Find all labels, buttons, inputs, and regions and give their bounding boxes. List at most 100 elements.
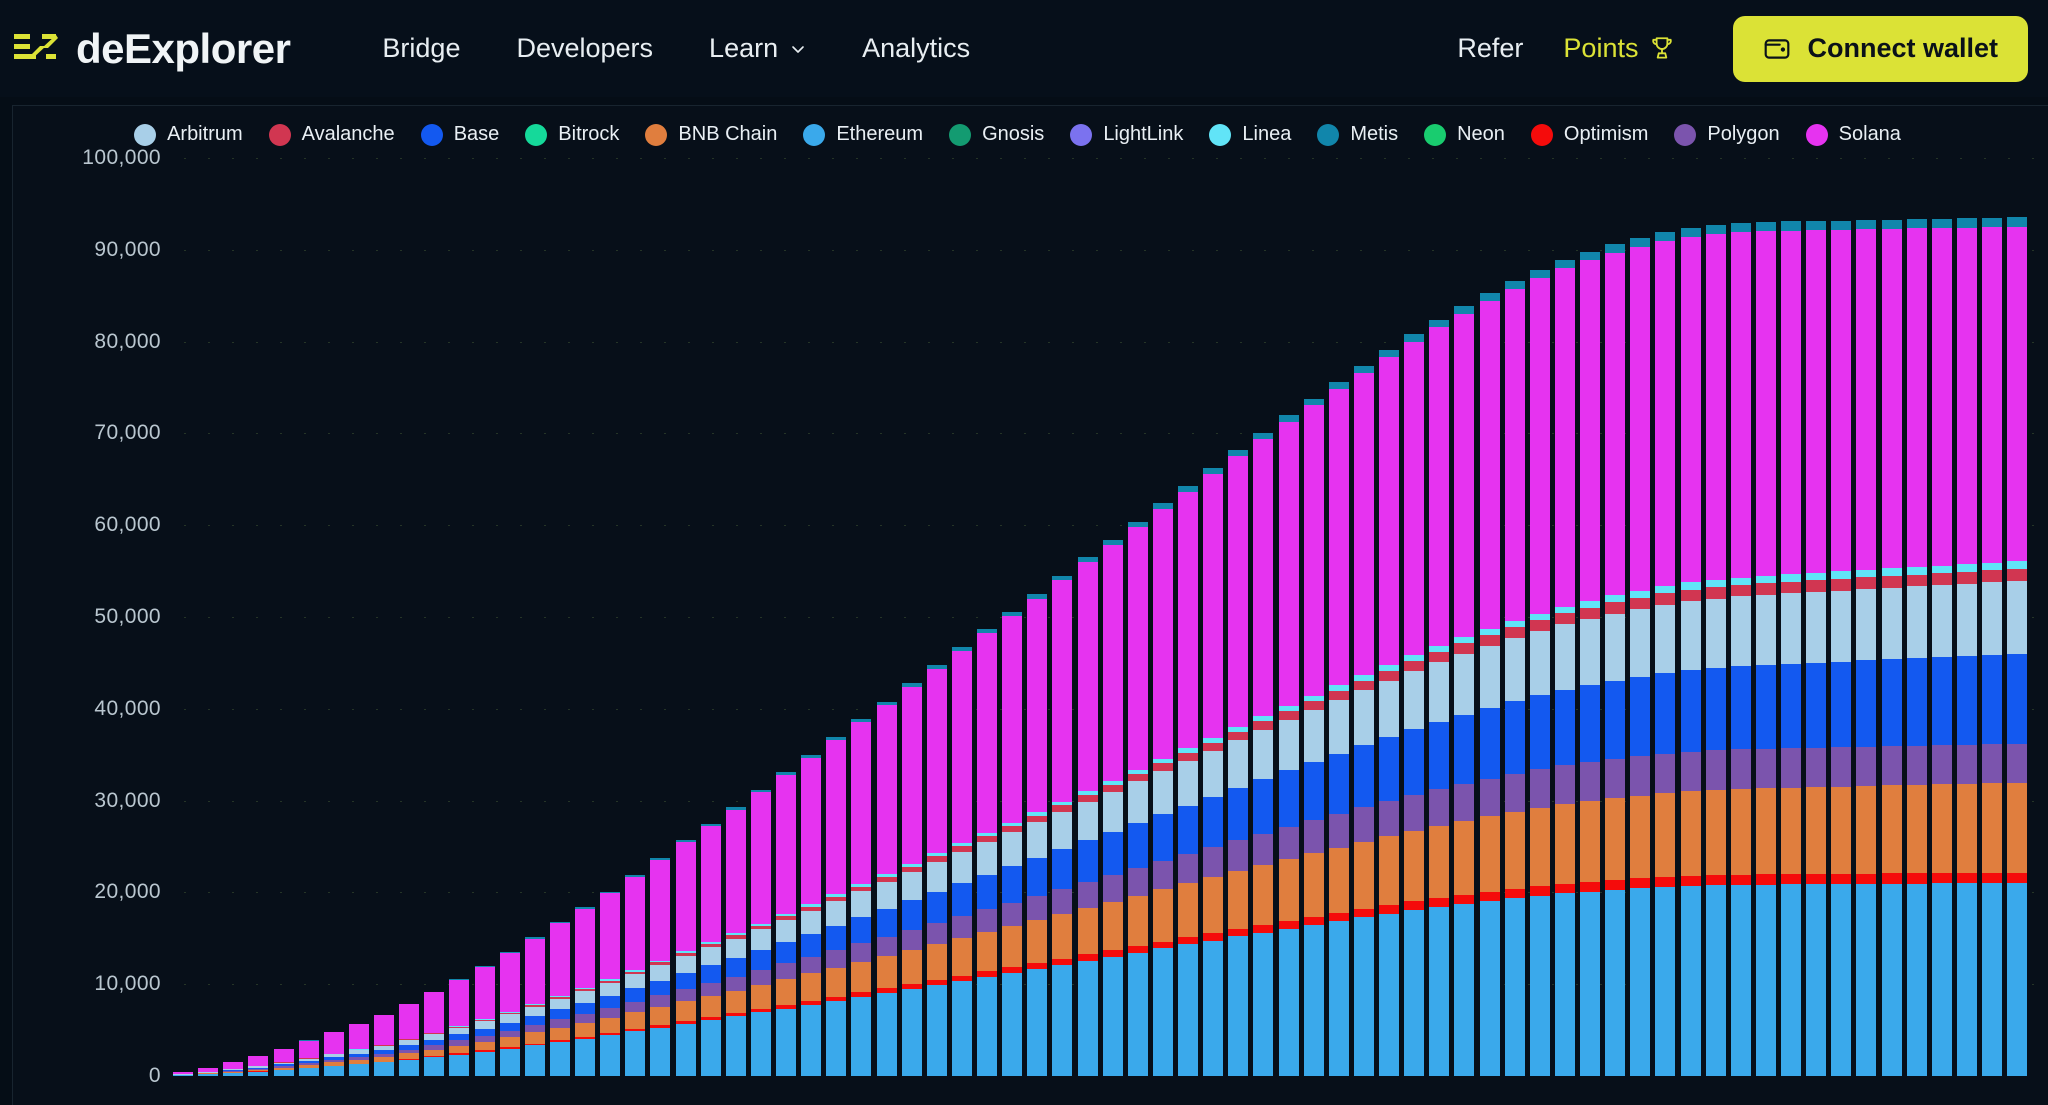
chart-bar[interactable] xyxy=(901,683,922,1076)
chart-bar[interactable] xyxy=(625,875,646,1076)
chart-bar[interactable] xyxy=(1806,220,1827,1076)
chart-bar[interactable] xyxy=(499,952,520,1076)
chart-bar[interactable] xyxy=(399,1003,420,1076)
bar-segment-optimism xyxy=(1278,920,1299,929)
chart-bar[interactable] xyxy=(1454,305,1475,1076)
chart-bar[interactable] xyxy=(348,1023,369,1076)
chart-bar[interactable] xyxy=(449,978,470,1076)
chart-bar[interactable] xyxy=(700,823,721,1076)
chart-bar[interactable] xyxy=(524,937,545,1076)
chart-bar[interactable] xyxy=(750,789,771,1076)
bar-segment-optimism xyxy=(1680,875,1701,886)
legend-item-metis[interactable]: Metis xyxy=(1317,123,1398,146)
brand[interactable]: deExplorer xyxy=(12,27,291,70)
chart-bar[interactable] xyxy=(1580,251,1601,1076)
chart-bar[interactable] xyxy=(1353,365,1374,1076)
chart-bar[interactable] xyxy=(1479,293,1500,1076)
chart-bar[interactable] xyxy=(1178,485,1199,1076)
chart-bar[interactable] xyxy=(374,1014,395,1076)
chart-bar[interactable] xyxy=(1906,219,1927,1076)
chart-bar[interactable] xyxy=(1931,218,1952,1076)
legend-item-gnosis[interactable]: Gnosis xyxy=(949,123,1044,146)
chart-bar[interactable] xyxy=(549,921,570,1076)
chart-bar[interactable] xyxy=(1781,221,1802,1076)
legend-item-lightlink[interactable]: LightLink xyxy=(1070,123,1183,146)
points-link[interactable]: Points xyxy=(1549,23,1689,74)
chart-bar[interactable] xyxy=(273,1048,294,1076)
chart-bar[interactable] xyxy=(1052,575,1073,1076)
nav-item-bridge[interactable]: Bridge xyxy=(354,23,488,74)
chart-bar[interactable] xyxy=(173,1072,194,1076)
chart-bar[interactable] xyxy=(650,857,671,1076)
legend-item-polygon[interactable]: Polygon xyxy=(1674,123,1780,146)
chart-bar[interactable] xyxy=(1655,232,1676,1076)
nav-item-analytics[interactable]: Analytics xyxy=(834,23,998,74)
chart-bar[interactable] xyxy=(851,718,872,1076)
chart-bar[interactable] xyxy=(1429,319,1450,1076)
chart-bar[interactable] xyxy=(1278,415,1299,1076)
chart-bar[interactable] xyxy=(298,1040,319,1076)
chart-bar[interactable] xyxy=(725,807,746,1076)
chart-bar[interactable] xyxy=(1856,220,1877,1076)
chart-bar[interactable] xyxy=(675,840,696,1076)
chart-bar[interactable] xyxy=(1705,225,1726,1076)
bar-segment-ethereum xyxy=(374,1062,395,1076)
chart-bar[interactable] xyxy=(1002,611,1023,1076)
chart-bar[interactable] xyxy=(1730,223,1751,1076)
chart-bar[interactable] xyxy=(474,965,495,1076)
chart-bar[interactable] xyxy=(1831,220,1852,1076)
chart-bar[interactable] xyxy=(951,647,972,1076)
chart-bar[interactable] xyxy=(1504,281,1525,1076)
chart-bar[interactable] xyxy=(1027,594,1048,1076)
chart-bar[interactable] xyxy=(977,629,998,1076)
legend-item-optimism[interactable]: Optimism xyxy=(1530,123,1648,146)
legend-item-linea[interactable]: Linea xyxy=(1209,123,1291,146)
chart-bar[interactable] xyxy=(1127,521,1148,1076)
chart-bar[interactable] xyxy=(1529,270,1550,1076)
chart-bar[interactable] xyxy=(198,1067,219,1076)
chart-bar[interactable] xyxy=(223,1062,244,1076)
chart-bar[interactable] xyxy=(1203,468,1224,1076)
chart-bar[interactable] xyxy=(801,754,822,1076)
chart-bar[interactable] xyxy=(1605,244,1626,1076)
chart-bar[interactable] xyxy=(1404,334,1425,1076)
chart-bar[interactable] xyxy=(323,1032,344,1076)
legend-item-bnb-chain[interactable]: BNB Chain xyxy=(645,123,777,146)
chart-bar[interactable] xyxy=(1630,237,1651,1076)
legend-item-bitrock[interactable]: Bitrock xyxy=(525,123,619,146)
chart-bar[interactable] xyxy=(424,991,445,1076)
refer-link[interactable]: Refer xyxy=(1431,23,1549,74)
legend-item-base[interactable]: Base xyxy=(420,123,499,146)
bar-segment-avalanche xyxy=(1127,774,1148,782)
chart-bar[interactable] xyxy=(1077,557,1098,1076)
chart-bar[interactable] xyxy=(1755,222,1776,1076)
chart-bar[interactable] xyxy=(776,772,797,1076)
legend-item-ethereum[interactable]: Ethereum xyxy=(803,123,923,146)
chart-bar[interactable] xyxy=(1881,219,1902,1076)
chart-bar[interactable] xyxy=(1680,227,1701,1076)
legend-item-avalanche[interactable]: Avalanche xyxy=(268,123,395,146)
chart-bar[interactable] xyxy=(1303,398,1324,1076)
legend-item-solana[interactable]: Solana xyxy=(1805,123,1901,146)
chart-bar[interactable] xyxy=(600,891,621,1076)
legend-item-neon[interactable]: Neon xyxy=(1424,123,1505,146)
nav-item-learn[interactable]: Learn xyxy=(681,23,834,74)
chart-bar[interactable] xyxy=(926,664,947,1076)
chart-bar[interactable] xyxy=(1253,432,1274,1076)
chart-bar[interactable] xyxy=(1102,539,1123,1076)
chart-bar[interactable] xyxy=(1379,349,1400,1076)
chart-bar[interactable] xyxy=(575,907,596,1076)
nav-item-developers[interactable]: Developers xyxy=(488,23,681,74)
chart-bar[interactable] xyxy=(1228,450,1249,1076)
chart-bar[interactable] xyxy=(1152,503,1173,1076)
legend-item-arbitrum[interactable]: Arbitrum xyxy=(134,123,243,146)
chart-bar[interactable] xyxy=(1554,259,1575,1076)
chart-bar[interactable] xyxy=(1328,382,1349,1076)
chart-bar[interactable] xyxy=(248,1055,269,1076)
chart-bar[interactable] xyxy=(1982,217,2003,1076)
chart-bar[interactable] xyxy=(2007,217,2028,1076)
chart-bar[interactable] xyxy=(826,737,847,1076)
connect-wallet-button[interactable]: Connect wallet xyxy=(1733,15,2028,82)
chart-bar[interactable] xyxy=(1956,218,1977,1076)
chart-bar[interactable] xyxy=(876,701,897,1076)
